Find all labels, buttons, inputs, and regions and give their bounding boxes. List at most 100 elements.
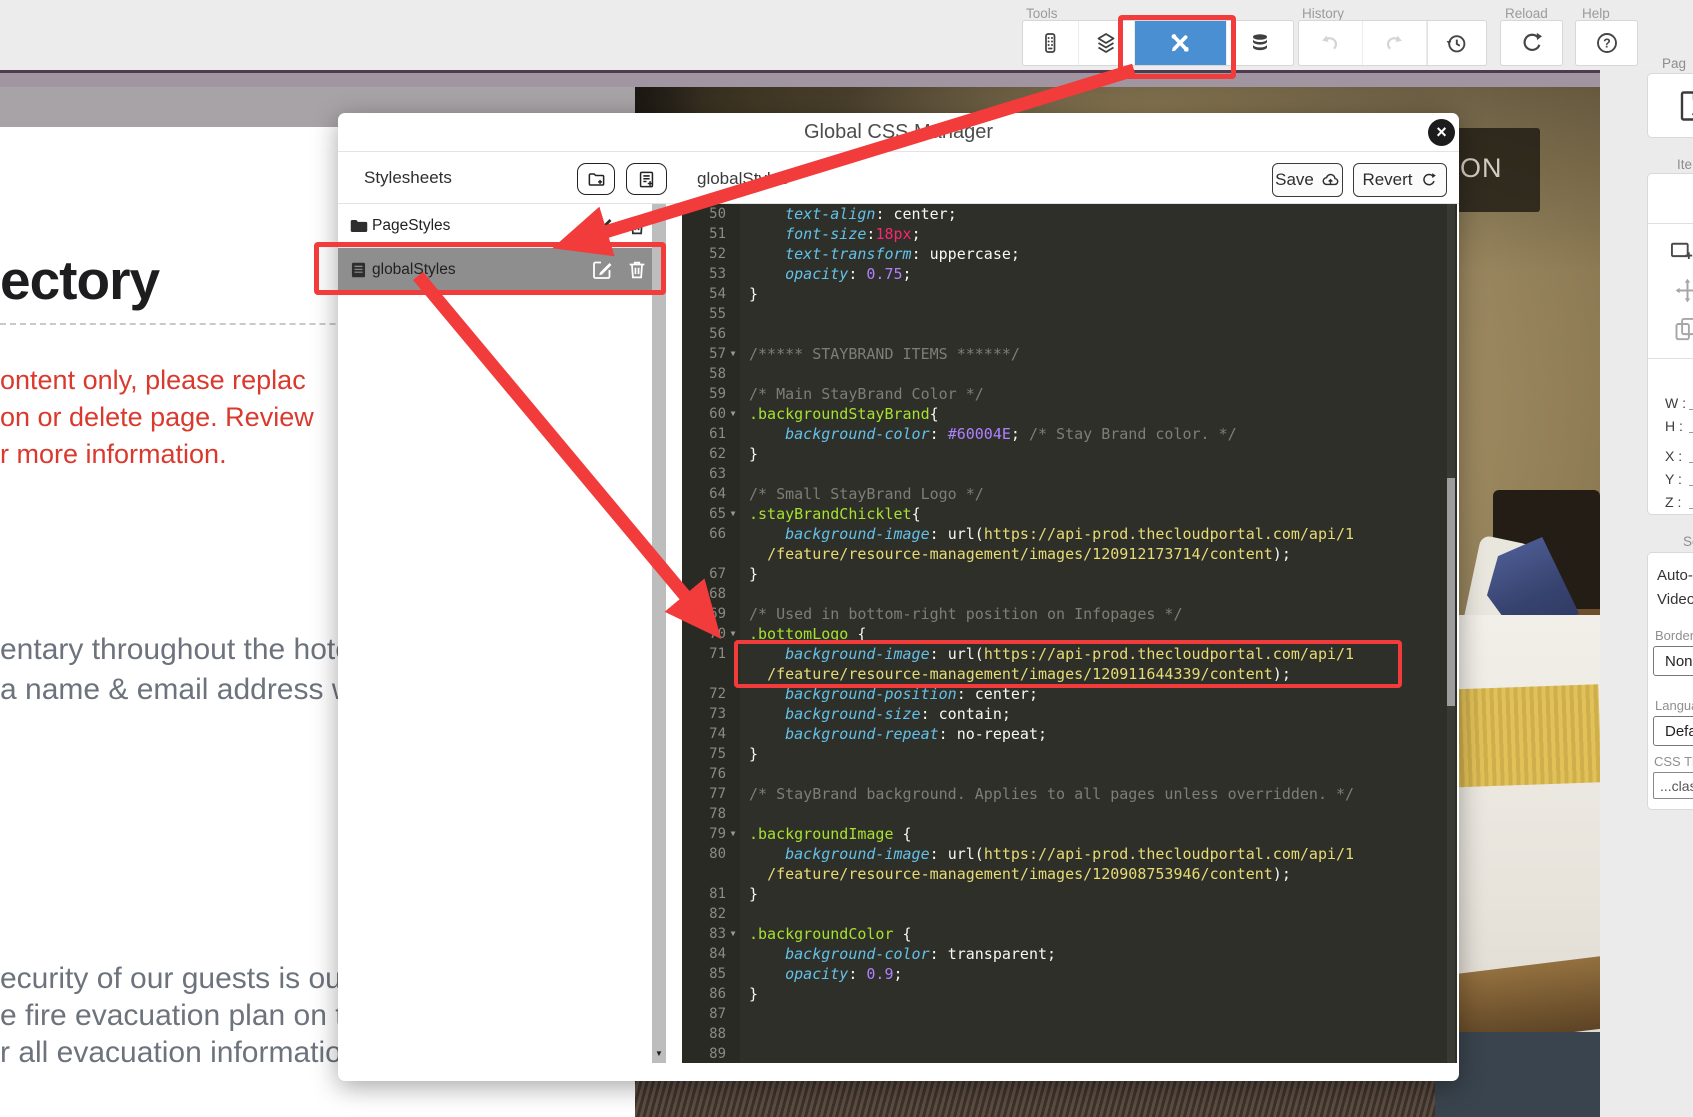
fold-caret-placeholder [726, 1044, 740, 1063]
code-line[interactable]: /feature/resource-management/images/1209… [682, 544, 1354, 564]
code-text: } [749, 744, 758, 764]
duplicate-item-icon[interactable] [1672, 315, 1693, 342]
code-text: /* Small StayBrand Logo */ [749, 484, 984, 504]
code-line[interactable]: 89 [682, 1044, 1354, 1063]
widgets-tool-button[interactable] [1023, 21, 1079, 65]
code-line[interactable]: 50 text-align: center; [682, 204, 1354, 224]
code-line[interactable]: 53 opacity: 0.75; [682, 264, 1354, 284]
fold-caret-icon[interactable]: ▼ [726, 924, 740, 944]
fold-caret-placeholder [726, 564, 740, 584]
page-settings-icon[interactable] [1673, 88, 1693, 124]
code-line[interactable]: 56 [682, 324, 1354, 344]
code-line[interactable]: 54} [682, 284, 1354, 304]
code-line[interactable]: 61 background-color: #60004E; /* Stay Br… [682, 424, 1354, 444]
delete-stylesheet-icon[interactable] [626, 259, 648, 281]
code-line[interactable]: 75} [682, 744, 1354, 764]
new-folder-button[interactable] [577, 163, 615, 195]
code-line[interactable]: 52 text-transform: uppercase; [682, 244, 1354, 264]
code-line[interactable]: 64/* Small StayBrand Logo */ [682, 484, 1354, 504]
code-line[interactable]: /feature/resource-management/images/1209… [682, 864, 1354, 884]
code-line[interactable]: 74 background-repeat: no-repeat; [682, 724, 1354, 744]
stylesheet-list-scrollbar[interactable]: ▲ ▼ [652, 204, 666, 1063]
code-line[interactable]: 81} [682, 884, 1354, 904]
redo-button[interactable] [1363, 21, 1427, 65]
save-button[interactable]: Save [1272, 163, 1343, 197]
fold-caret-icon[interactable]: ▼ [726, 824, 740, 844]
code-line[interactable]: 55 [682, 304, 1354, 324]
z-field[interactable] [1689, 494, 1693, 509]
line-number: 61 [682, 424, 726, 444]
x-field[interactable] [1689, 448, 1693, 463]
code-line[interactable]: 57▼/***** STAYBRAND ITEMS ******/ [682, 344, 1354, 364]
revert-button[interactable]: Revert [1353, 163, 1447, 197]
code-line[interactable]: 78 [682, 804, 1354, 824]
fold-caret-icon[interactable]: ▼ [726, 404, 740, 424]
code-line[interactable]: 85 opacity: 0.9; [682, 964, 1354, 984]
stylesheet-row-globalstyles-selected[interactable]: globalStyles [338, 248, 652, 292]
y-field[interactable] [1689, 471, 1693, 486]
history-button[interactable] [1427, 21, 1486, 65]
move-item-icon[interactable] [1674, 277, 1693, 304]
code-line[interactable]: 82 [682, 904, 1354, 924]
code-line[interactable]: /feature/resource-management/images/1209… [682, 664, 1354, 684]
fold-caret-icon[interactable]: ▼ [726, 504, 740, 524]
delete-stylesheet-icon[interactable] [626, 215, 648, 237]
code-line[interactable]: 87 [682, 1004, 1354, 1024]
scroll-down-icon[interactable]: ▼ [652, 1049, 666, 1058]
code-line[interactable]: 83▼.backgroundColor { [682, 924, 1354, 944]
reload-button[interactable] [1501, 21, 1562, 65]
fold-caret-icon[interactable]: ▼ [726, 624, 740, 644]
code-line[interactable]: 68 [682, 584, 1354, 604]
new-stylesheet-button[interactable] [626, 163, 667, 195]
help-button[interactable]: ? [1576, 21, 1637, 65]
code-line[interactable]: 62} [682, 444, 1354, 464]
code-line[interactable]: 51 font-size:18px; [682, 224, 1354, 244]
code-text: } [749, 284, 758, 304]
code-line[interactable]: 58 [682, 364, 1354, 384]
edit-stylesheet-icon[interactable] [590, 214, 614, 238]
page-body-paragraph-2: ecurity of our guests is ou e fire evacu… [0, 960, 344, 1071]
border-select[interactable]: Non [1653, 646, 1693, 676]
width-field[interactable] [1689, 395, 1693, 410]
code-text: text-align: center; [749, 204, 957, 224]
code-line[interactable]: 71 background-image: url(https://api-pro… [682, 644, 1354, 664]
code-line[interactable]: 80 background-image: url(https://api-pro… [682, 844, 1354, 864]
revert-button-label: Revert [1362, 170, 1412, 190]
code-line[interactable]: 59/* Main StayBrand Color */ [682, 384, 1354, 404]
scroll-up-icon[interactable]: ▲ [652, 206, 666, 215]
undo-button[interactable] [1299, 21, 1363, 65]
data-tool-button[interactable] [1227, 21, 1293, 65]
layers-tool-button[interactable] [1079, 21, 1135, 65]
code-line[interactable]: 66 background-image: url(https://api-pro… [682, 524, 1354, 544]
code-line[interactable]: 84 background-color: transparent; [682, 944, 1354, 964]
language-select[interactable]: Defa [1653, 716, 1693, 746]
body-line: e fire evacuation plan on t [0, 997, 344, 1034]
fold-caret-placeholder [726, 204, 740, 224]
code-line[interactable]: 60▼.backgroundStayBrand{ [682, 404, 1354, 424]
css-tools-button-active[interactable] [1135, 21, 1228, 65]
css-theme-input[interactable]: ...clas [1653, 772, 1693, 799]
code-line[interactable]: 65▼.stayBrandChicklet{ [682, 504, 1354, 524]
editor-scrollbar[interactable] [1447, 204, 1455, 1063]
code-line[interactable]: 86} [682, 984, 1354, 1004]
code-line[interactable]: 76 [682, 764, 1354, 784]
code-line[interactable]: 67} [682, 564, 1354, 584]
close-icon[interactable]: × [1428, 119, 1455, 146]
add-item-icon[interactable] [1668, 237, 1693, 264]
fold-caret-icon[interactable]: ▼ [726, 344, 740, 364]
code-line[interactable]: 63 [682, 464, 1354, 484]
code-line[interactable]: 79▼.backgroundImage { [682, 824, 1354, 844]
code-line[interactable]: 73 background-size: contain; [682, 704, 1354, 724]
code-line[interactable]: 70▼.bottomLogo { [682, 624, 1354, 644]
css-code-editor[interactable]: 50 text-align: center;51 font-size:18px;… [682, 204, 1457, 1063]
code-line[interactable]: 72 background-position: center; [682, 684, 1354, 704]
code-line[interactable]: 69/* Used in bottom-right position on In… [682, 604, 1354, 624]
edit-stylesheet-icon[interactable] [590, 258, 614, 282]
code-text: background-image: url(https://api-prod.t… [749, 524, 1354, 544]
height-field[interactable] [1689, 418, 1693, 433]
code-line[interactable]: 77/* StayBrand background. Applies to al… [682, 784, 1354, 804]
fold-caret-placeholder [726, 364, 740, 384]
stylesheet-row-pagestyles[interactable]: PageStyles [338, 204, 652, 248]
editor-scrollbar-thumb[interactable] [1447, 478, 1455, 706]
code-line[interactable]: 88 [682, 1024, 1354, 1044]
